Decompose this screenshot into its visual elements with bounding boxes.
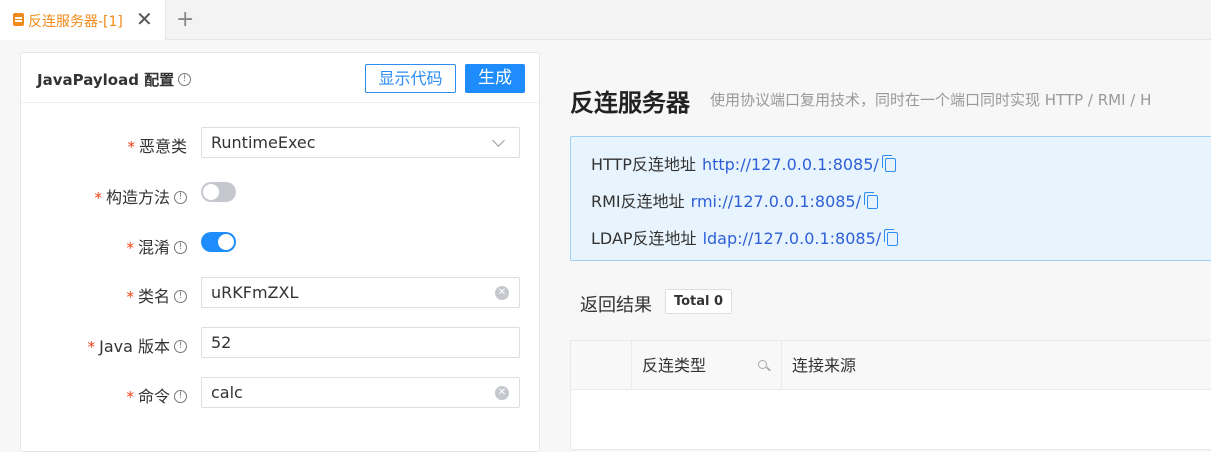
command-input[interactable]: calc ✕: [201, 377, 520, 408]
panel-header: JavaPayload 配置! 显示代码 生成: [21, 53, 539, 103]
field-constructor: * 构造方法!: [21, 178, 539, 210]
java-version-input[interactable]: 52: [201, 327, 520, 358]
address-label: RMI反连地址: [591, 192, 685, 211]
page-title: 反连服务器: [570, 89, 690, 117]
tab-label: 反连服务器-[1]: [28, 14, 123, 30]
copy-icon[interactable]: [864, 192, 878, 209]
address-label: HTTP反连地址: [591, 155, 696, 174]
ldap-address-link[interactable]: ldap://127.0.0.1:8085/: [703, 229, 882, 248]
page-description: 使用协议端口复用技术，同时在一个端口同时实现 HTTP / RMI / H: [710, 91, 1152, 109]
http-address-row: HTTP反连地址 http://127.0.0.1:8085/: [591, 151, 896, 175]
address-info-box: HTTP反连地址 http://127.0.0.1:8085/ RMI反连地址 rm…: [570, 136, 1211, 261]
http-address-link[interactable]: http://127.0.0.1:8085/: [702, 155, 879, 174]
input-value: uRKFmZXL: [211, 283, 299, 302]
field-command: * 命令! calc ✕: [21, 377, 539, 409]
field-label: * 命令!: [126, 383, 187, 407]
input-value: 52: [211, 333, 232, 352]
column-header-type: 反连类型: [632, 341, 782, 390]
constructor-toggle[interactable]: [201, 182, 236, 202]
field-java-version: * Java 版本! 52: [21, 327, 539, 359]
field-label: * 恶意类: [127, 137, 187, 156]
ldap-address-row: LDAP反连地址 ldap://127.0.0.1:8085/: [591, 225, 899, 249]
input-value: calc: [211, 383, 243, 402]
select-value: RuntimeExec: [211, 133, 316, 152]
obfuscate-toggle[interactable]: [201, 232, 236, 252]
generate-button[interactable]: 生成: [465, 64, 525, 93]
info-icon[interactable]: !: [174, 241, 187, 254]
field-obfuscate: * 混淆!: [21, 228, 539, 260]
malicious-class-select[interactable]: RuntimeExec: [201, 127, 520, 158]
chevron-down-icon: [492, 134, 505, 147]
add-tab-icon[interactable]: +: [176, 6, 194, 34]
clear-icon[interactable]: ✕: [495, 386, 509, 400]
tab-bar: 反连服务器-[1] ✕ +: [0, 0, 1211, 40]
close-icon[interactable]: ✕: [136, 7, 153, 31]
info-icon[interactable]: !: [174, 191, 187, 204]
total-badge: Total 0: [665, 289, 732, 314]
field-label: * 类名!: [126, 283, 187, 307]
field-class-name: * 类名! uRKFmZXL ✕: [21, 277, 539, 309]
copy-icon[interactable]: [884, 229, 899, 246]
info-icon[interactable]: !: [174, 340, 187, 353]
rmi-address-row: RMI反连地址 rmi://127.0.0.1:8085/: [591, 188, 878, 212]
results-table: 反连类型 连接来源: [570, 340, 1211, 450]
field-label: * 构造方法!: [94, 184, 187, 208]
info-icon[interactable]: !: [178, 73, 192, 86]
class-name-input[interactable]: uRKFmZXL ✕: [201, 277, 520, 308]
table-header: 反连类型 连接来源: [571, 341, 1211, 390]
clear-icon[interactable]: ✕: [495, 286, 509, 300]
java-payload-config-panel: JavaPayload 配置! 显示代码 生成 * 恶意类 RuntimeExec…: [20, 52, 540, 452]
show-code-button[interactable]: 显示代码: [365, 64, 456, 93]
rmi-address-link[interactable]: rmi://127.0.0.1:8085/: [691, 192, 861, 211]
field-label: * 混淆!: [126, 234, 187, 258]
copy-icon[interactable]: [881, 155, 896, 172]
column-header-source: 连接来源: [792, 356, 857, 375]
results-label: 返回结果: [580, 295, 652, 316]
column-header-blank: [571, 341, 632, 390]
search-icon[interactable]: [758, 360, 767, 369]
tab-reverse-server[interactable]: 反连服务器-[1] ✕: [0, 0, 166, 40]
address-label: LDAP反连地址: [591, 229, 697, 248]
field-label: * Java 版本!: [88, 333, 187, 357]
document-icon: [13, 13, 24, 26]
panel-title: JavaPayload 配置!: [37, 69, 192, 90]
column-header-label: 反连类型: [642, 356, 707, 375]
field-malicious-class: * 恶意类 RuntimeExec: [21, 127, 539, 159]
panel-title-text: JavaPayload 配置: [37, 71, 175, 89]
info-icon[interactable]: !: [174, 290, 187, 303]
info-icon[interactable]: !: [174, 390, 187, 403]
